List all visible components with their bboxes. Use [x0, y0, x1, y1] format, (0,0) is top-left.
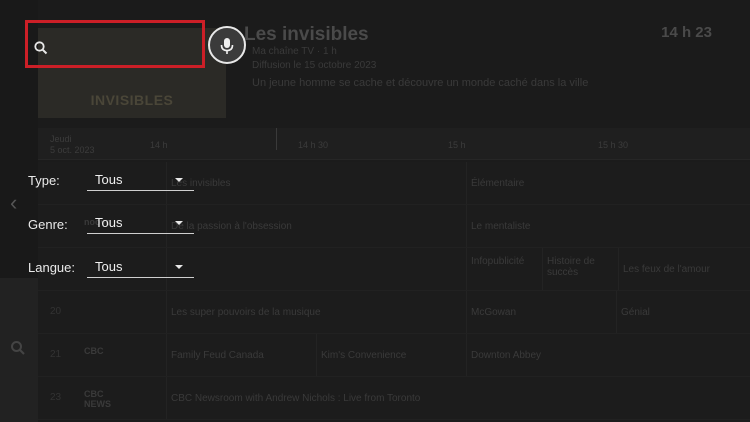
dropdown-arrow-icon: [175, 178, 183, 182]
dropdown-arrow-icon: [175, 221, 183, 225]
poster-title: INVISIBLES: [90, 92, 174, 108]
program-cell[interactable]: Élémentaire: [466, 162, 750, 204]
search-input[interactable]: [25, 20, 205, 68]
time-slot: 14 h: [150, 140, 168, 150]
program-cell[interactable]: Family Feud Canada: [166, 334, 316, 376]
channel-row[interactable]: 20 Les super pouvoirs de la musique McGo…: [38, 291, 750, 334]
guide-date-full: 5 oct. 2023: [50, 145, 95, 155]
guide-grid: Les invisibles Élémentaire noovo De la p…: [38, 162, 750, 420]
channel-row[interactable]: 23 CBC NEWS CBC Newsroom with Andrew Nic…: [38, 377, 750, 420]
channel-logo: CBC: [84, 346, 104, 356]
clock: 14 h 23: [661, 24, 712, 41]
show-meta: Ma chaîne TV · 1 h: [252, 46, 337, 57]
show-air-date: Diffusion le 15 octobre 2023: [252, 60, 377, 71]
dropdown-arrow-icon: [175, 265, 183, 269]
genre-filter-select[interactable]: Tous: [87, 212, 194, 234]
genre-filter-value: Tous: [95, 215, 123, 230]
microphone-icon: [220, 38, 234, 54]
channel-logo: CBC NEWS: [84, 389, 111, 409]
search-icon: [33, 40, 49, 61]
channel-number: 20: [50, 306, 62, 317]
program-cell[interactable]: Les super pouvoirs de la musique: [166, 291, 466, 333]
show-title: Les invisibles: [244, 24, 369, 45]
language-filter-select[interactable]: Tous: [87, 256, 194, 278]
program-cell[interactable]: Le mentaliste: [466, 205, 750, 247]
language-filter-value: Tous: [95, 259, 123, 274]
channel-logo: [84, 303, 124, 323]
channel-number: 21: [50, 349, 62, 360]
program-cell[interactable]: Downton Abbey: [466, 334, 750, 376]
program-cell[interactable]: Infopublicité: [466, 248, 542, 290]
guide-date-day: Jeudi: [50, 134, 72, 144]
time-slot: 15 h: [448, 140, 466, 150]
chevron-left-icon[interactable]: ‹: [10, 190, 17, 216]
channel-number: 23: [50, 392, 62, 403]
show-description: Un jeune homme se cache et découvre un m…: [252, 77, 589, 89]
guide-date: Jeudi 5 oct. 2023: [50, 134, 95, 156]
channel-row[interactable]: 21 CBC Family Feud Canada Kim's Convenie…: [38, 334, 750, 377]
voice-search-button[interactable]: [208, 26, 246, 64]
time-slot: 15 h 30: [598, 140, 629, 150]
time-bar: Jeudi 5 oct. 2023 14 h 14 h 30 15 h 15 h…: [38, 128, 750, 160]
search-icon: [10, 340, 26, 361]
program-cell[interactable]: Les feux de l'amour: [618, 248, 750, 290]
program-cell[interactable]: [166, 248, 466, 290]
program-cell[interactable]: De la passion à l'obsession: [166, 205, 466, 247]
sidebar-search-item[interactable]: [0, 278, 38, 422]
program-cell[interactable]: Kim's Convenience: [316, 334, 466, 376]
type-filter-label: Type:: [28, 173, 60, 188]
time-slot: 14 h 30: [298, 140, 329, 150]
program-cell[interactable]: CBC Newsroom with Andrew Nichols : Live …: [166, 377, 750, 419]
program-cell[interactable]: Génial: [616, 291, 750, 333]
program-cell[interactable]: Histoire de succès: [542, 248, 618, 290]
program-cell[interactable]: McGowan: [466, 291, 616, 333]
program-cell[interactable]: Les invisibles: [166, 162, 466, 204]
now-marker: [276, 128, 277, 150]
type-filter-select[interactable]: Tous: [87, 169, 194, 191]
type-filter-value: Tous: [95, 172, 123, 187]
genre-filter-label: Genre:: [28, 217, 68, 232]
language-filter-label: Langue:: [28, 260, 75, 275]
